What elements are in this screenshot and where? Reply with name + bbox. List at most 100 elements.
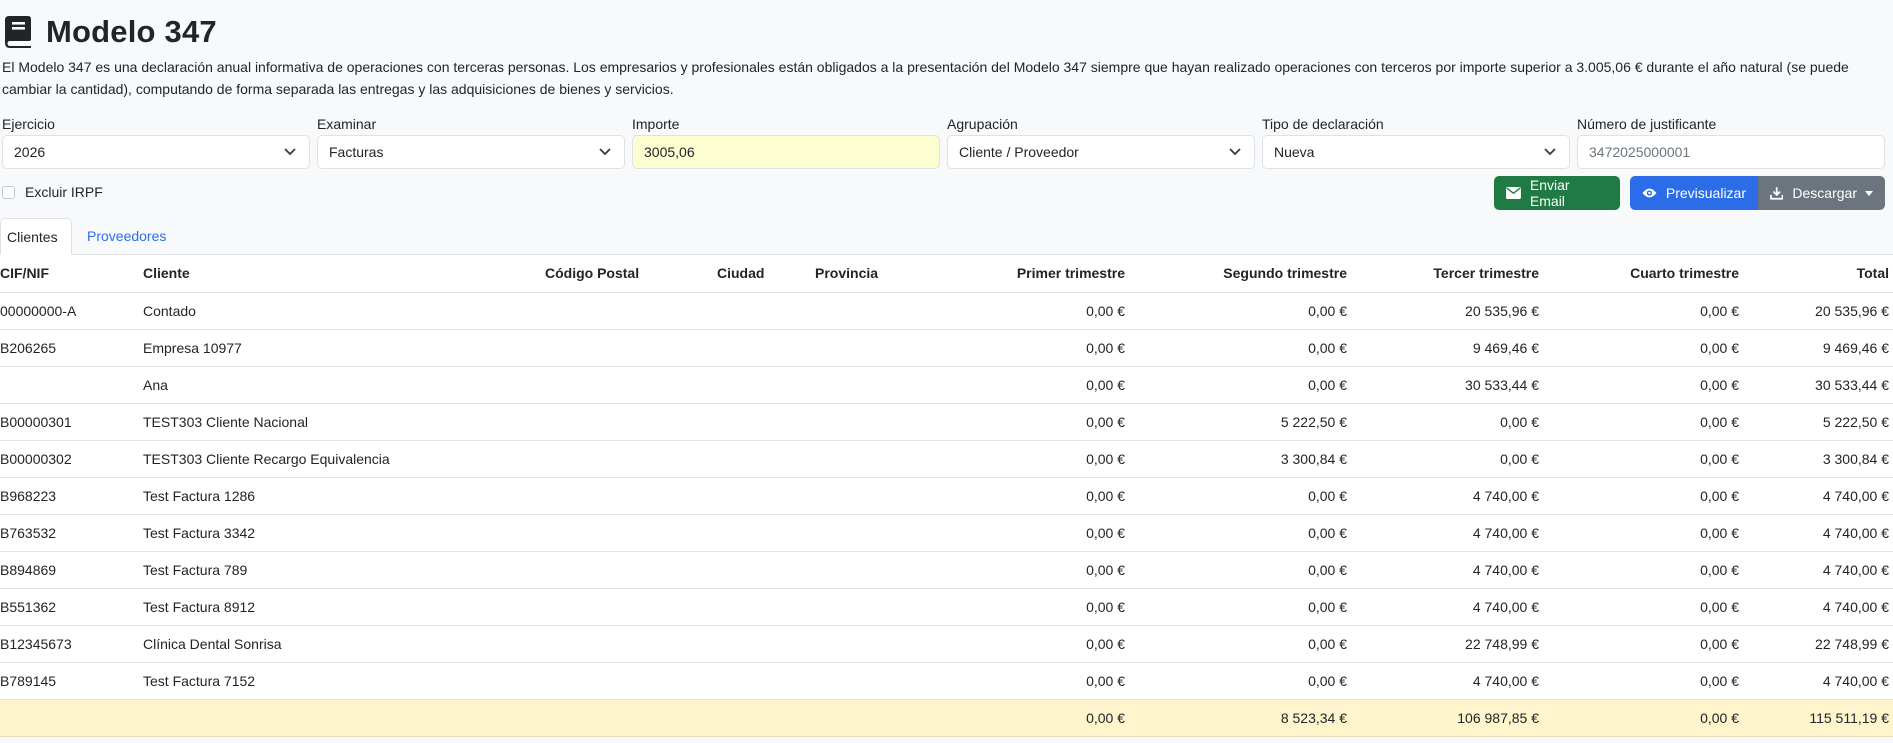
cell-provincia: [815, 440, 945, 478]
agrupacion-label: Agrupación: [947, 116, 1018, 132]
tipo-declaracion-field: Tipo de declaración Nueva: [1262, 115, 1570, 169]
cell-cp: [545, 514, 717, 552]
total-cell-cif: [0, 699, 143, 737]
cell-q2: 0,00 €: [1125, 625, 1347, 663]
tab-clientes[interactable]: Clientes: [0, 218, 72, 255]
preview-button[interactable]: Previsualizar: [1630, 176, 1758, 210]
tab-proveedores[interactable]: Proveedores: [73, 218, 180, 255]
table-row[interactable]: B763532 Test Factura 3342 0,00 €0,00 €4 74…: [0, 514, 1893, 552]
cell-q2: 0,00 €: [1125, 477, 1347, 515]
page-title: Modelo 347: [46, 14, 217, 49]
cell-q3: 9 469,46 €: [1347, 329, 1539, 367]
cell-q3: 0,00 €: [1347, 440, 1539, 478]
importe-value: 3005,06: [644, 144, 695, 160]
cell-provincia: [815, 477, 945, 515]
preview-label: Previsualizar: [1665, 185, 1746, 201]
table-row[interactable]: B00000302 TEST303 Cliente Recargo Equival…: [0, 440, 1893, 478]
cell-cif: B968223: [0, 477, 143, 515]
column-header-codigo-postal[interactable]: Código Postal: [545, 255, 717, 293]
envelope-icon: [1506, 187, 1521, 199]
cell-q3: 20 535,96 €: [1347, 292, 1539, 330]
cell-q1: 0,00 €: [945, 662, 1125, 700]
cell-cliente: Contado: [143, 292, 545, 330]
chevron-down-icon: [284, 148, 296, 156]
column-header-primer-trimestre[interactable]: Primer trimestre: [945, 255, 1125, 293]
agrupacion-select[interactable]: Cliente / Proveedor: [947, 135, 1255, 169]
cell-q3: 22 748,99 €: [1347, 625, 1539, 663]
cell-cp: [545, 329, 717, 367]
excluir-irpf-label[interactable]: Excluir IRPF: [25, 184, 103, 200]
cell-ciudad: [717, 588, 815, 626]
cell-cif: [0, 366, 143, 404]
column-header-total[interactable]: Total: [1739, 255, 1893, 293]
table-row[interactable]: B789145 Test Factura 7152 0,00 €0,00 €4 74…: [0, 662, 1893, 700]
table-row[interactable]: 00000000-A Contado 0,00 €0,00 €20 535,96 €…: [0, 292, 1893, 330]
cell-total: 9 469,46 €: [1739, 329, 1893, 367]
column-header-cuarto-trimestre[interactable]: Cuarto trimestre: [1539, 255, 1739, 293]
examinar-label: Examinar: [317, 116, 377, 132]
column-header-provincia[interactable]: Provincia: [815, 255, 945, 293]
ejercicio-label: Ejercicio: [2, 116, 55, 132]
cell-q2: 0,00 €: [1125, 292, 1347, 330]
agrupacion-value: Cliente / Proveedor: [959, 144, 1079, 160]
total-cell-provincia: [815, 699, 945, 737]
column-header-segundo-trimestre[interactable]: Segundo trimestre: [1125, 255, 1347, 293]
table-row[interactable]: B968223 Test Factura 1286 0,00 €0,00 €4 74…: [0, 477, 1893, 515]
table-row[interactable]: B551362 Test Factura 8912 0,00 €0,00 €4 74…: [0, 588, 1893, 626]
total-cell-q3: 106 987,85 €: [1347, 699, 1539, 737]
cell-cp: [545, 551, 717, 589]
table-row[interactable]: B894869 Test Factura 789 0,00 €0,00 €4 740…: [0, 551, 1893, 589]
column-header-cif[interactable]: CIF/NIF: [0, 255, 143, 293]
ejercicio-select[interactable]: 2026: [2, 135, 310, 169]
examinar-value: Facturas: [329, 144, 384, 160]
cell-cif: B789145: [0, 662, 143, 700]
total-cell-q4: 0,00 €: [1539, 699, 1739, 737]
cell-q2: 0,00 €: [1125, 588, 1347, 626]
total-cell-q1: 0,00 €: [945, 699, 1125, 737]
cell-q1: 0,00 €: [945, 329, 1125, 367]
chevron-down-icon: [1544, 148, 1556, 156]
justificante-label: Número de justificante: [1577, 116, 1717, 132]
column-header-tercer-trimestre[interactable]: Tercer trimestre: [1347, 255, 1539, 293]
cell-q3: 30 533,44 €: [1347, 366, 1539, 404]
cell-q4: 0,00 €: [1539, 477, 1739, 515]
justificante-input[interactable]: 3472025000001: [1577, 135, 1885, 169]
cell-total: 4 740,00 €: [1739, 477, 1893, 515]
tab-bar: Clientes Proveedores: [0, 218, 1893, 255]
cell-q3: 4 740,00 €: [1347, 551, 1539, 589]
cell-ciudad: [717, 477, 815, 515]
cell-cif: B206265: [0, 329, 143, 367]
excluir-irpf-checkbox[interactable]: [2, 185, 15, 199]
table-header-row: CIF/NIF Cliente Código Postal Ciudad Pro…: [0, 255, 1893, 293]
table-row[interactable]: B206265 Empresa 10977 0,00 €0,00 €9 469,46…: [0, 329, 1893, 367]
cell-ciudad: [717, 662, 815, 700]
table-row[interactable]: Ana 0,00 €0,00 €30 533,44 €0,00 €30 533,4…: [0, 366, 1893, 404]
table-row[interactable]: B00000301 TEST303 Cliente Nacional 0,00 €5…: [0, 403, 1893, 441]
book-icon: [5, 16, 31, 48]
cell-q3: 0,00 €: [1347, 403, 1539, 441]
download-dropdown-button[interactable]: Descargar: [1758, 176, 1885, 210]
cell-q4: 0,00 €: [1539, 403, 1739, 441]
cell-provincia: [815, 329, 945, 367]
total-cell-ciudad: [717, 699, 815, 737]
column-header-cliente[interactable]: Cliente: [143, 255, 545, 293]
cell-cliente: TEST303 Cliente Recargo Equivalencia: [143, 440, 545, 478]
send-email-button[interactable]: Enviar Email: [1494, 176, 1620, 210]
chevron-down-icon: [599, 148, 611, 156]
send-email-label: Enviar Email: [1529, 177, 1570, 209]
tipo-declaracion-value: Nueva: [1274, 144, 1315, 160]
importe-input[interactable]: 3005,06: [632, 135, 940, 169]
cell-q4: 0,00 €: [1539, 440, 1739, 478]
cell-q3: 4 740,00 €: [1347, 588, 1539, 626]
cell-q4: 0,00 €: [1539, 662, 1739, 700]
cell-total: 3 300,84 €: [1739, 440, 1893, 478]
cell-q1: 0,00 €: [945, 514, 1125, 552]
tipo-declaracion-select[interactable]: Nueva: [1262, 135, 1570, 169]
column-header-ciudad[interactable]: Ciudad: [717, 255, 815, 293]
cell-total: 4 740,00 €: [1739, 662, 1893, 700]
examinar-select[interactable]: Facturas: [317, 135, 625, 169]
cell-cp: [545, 625, 717, 663]
cell-cif: B763532: [0, 514, 143, 552]
table-row[interactable]: B12345673 Clínica Dental Sonrisa 0,00 €0,0…: [0, 625, 1893, 663]
cell-cliente: Test Factura 8912: [143, 588, 545, 626]
